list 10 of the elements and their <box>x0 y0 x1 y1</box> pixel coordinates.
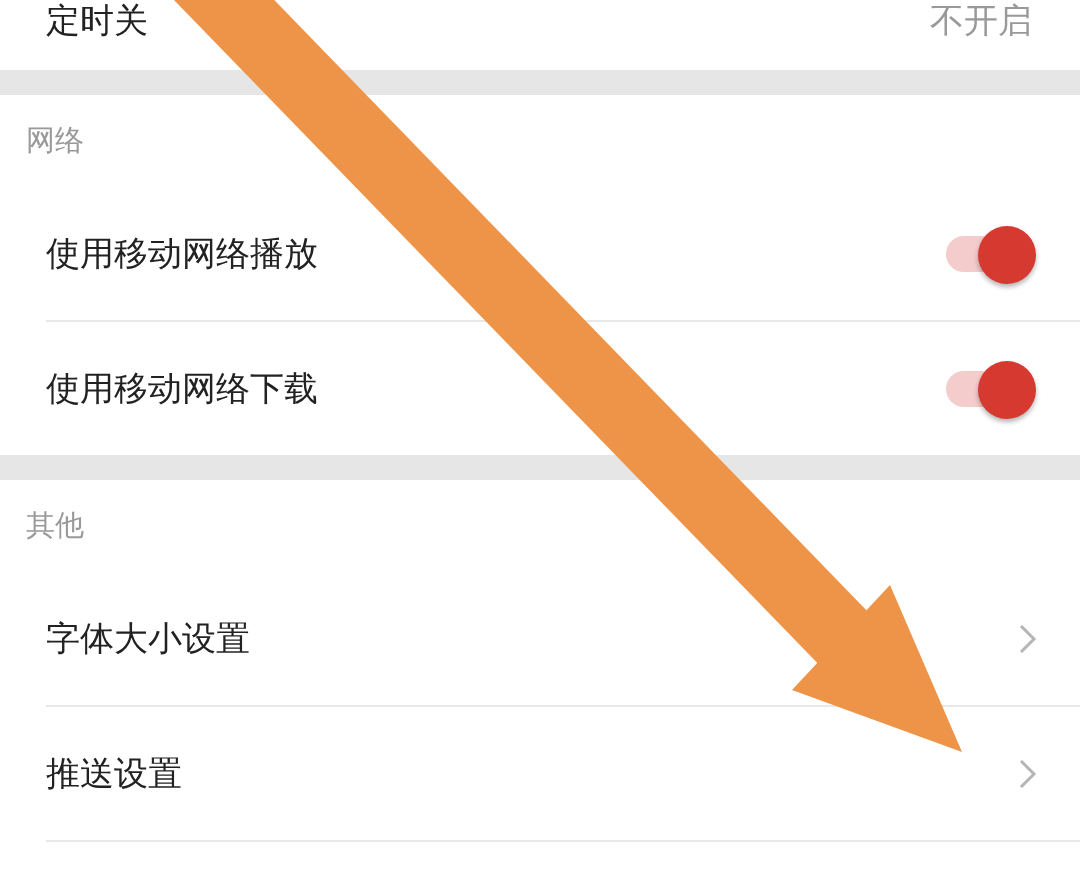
section-header: 网络 <box>26 122 84 159</box>
setting-label[interactable]: 字体大小设置 <box>46 615 250 662</box>
section-header: 其他 <box>26 507 84 544</box>
setting-label[interactable]: 推送设置 <box>46 750 182 797</box>
chevron-icon <box>1018 757 1038 790</box>
setting-label: 定时关 <box>46 0 148 40</box>
chevron-icon <box>1018 622 1038 655</box>
setting-value: 不开启 <box>930 0 1032 40</box>
setting-label[interactable]: 使用移动网络下载 <box>46 365 318 412</box>
setting-label[interactable]: 使用移动网络播放 <box>46 230 318 277</box>
